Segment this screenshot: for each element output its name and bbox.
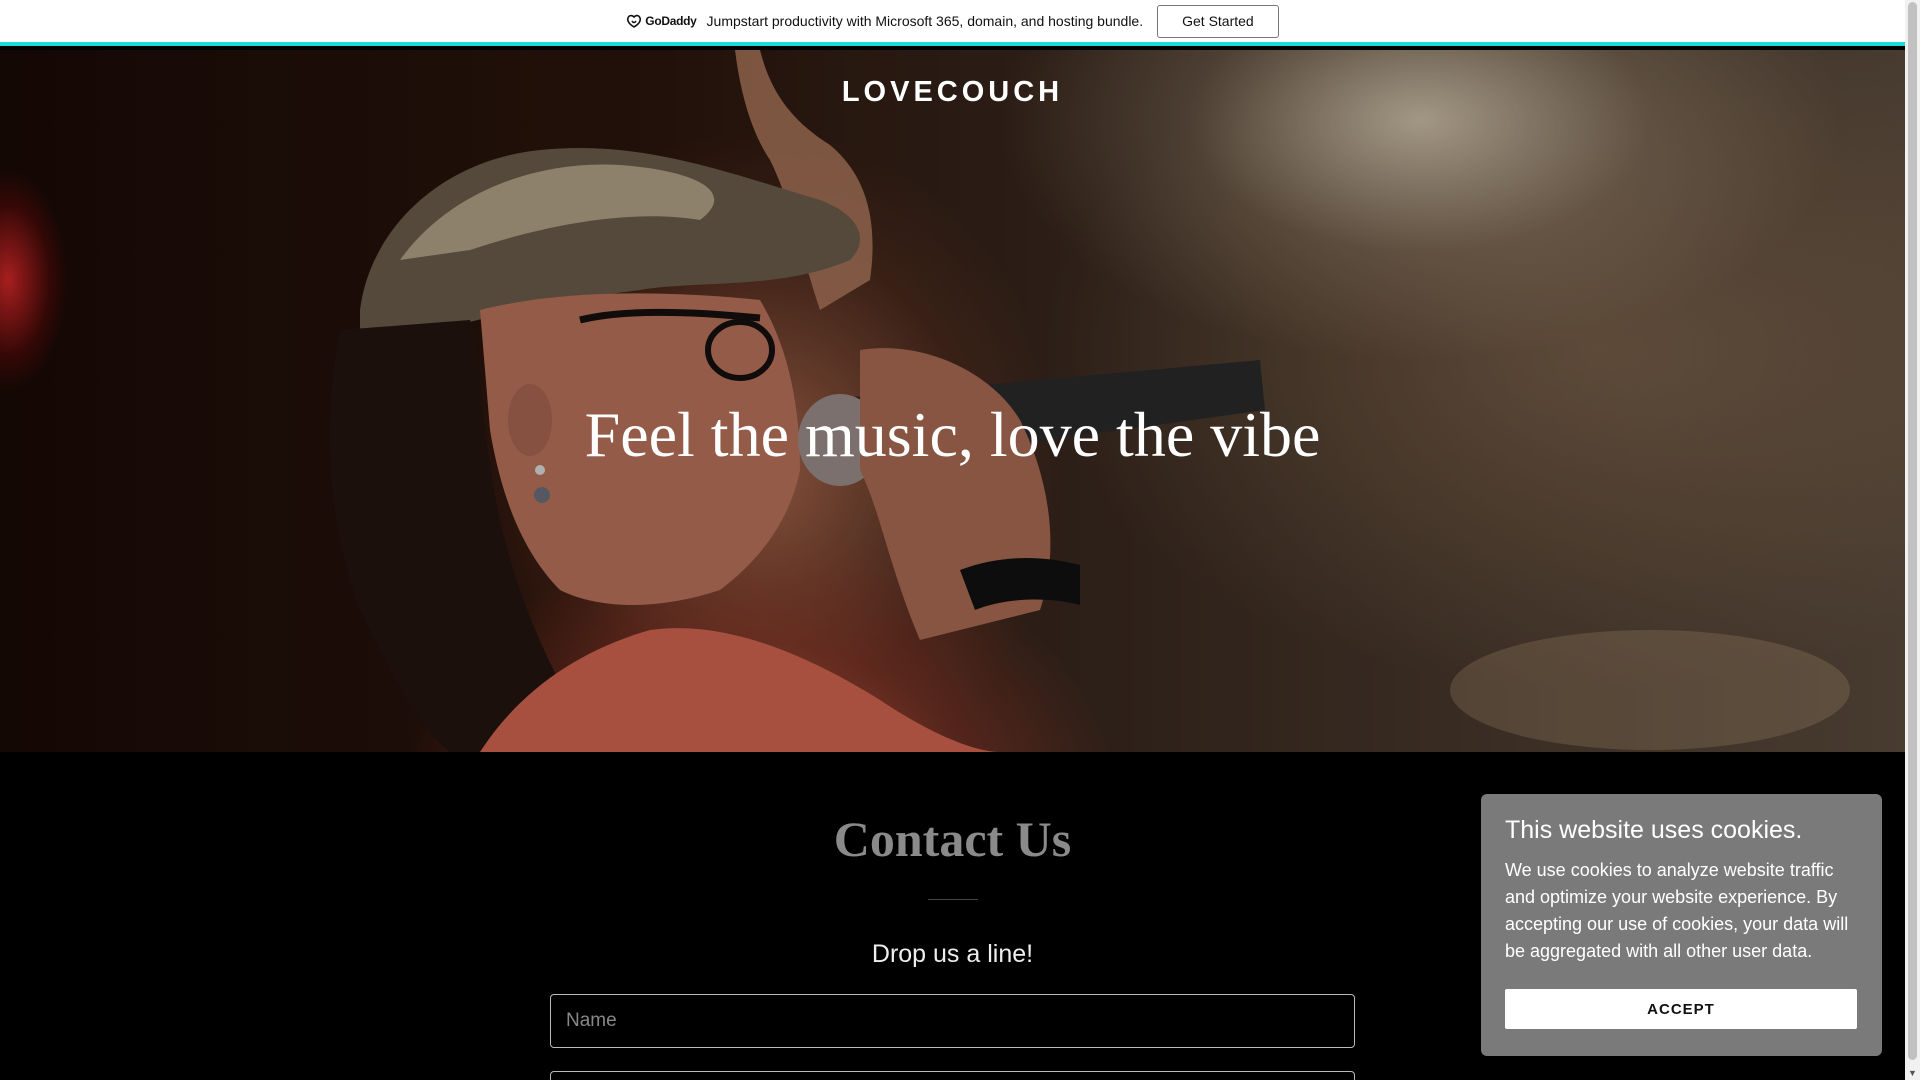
godaddy-logo-text: GoDaddy — [645, 14, 697, 28]
name-input[interactable] — [550, 994, 1355, 1048]
chevron-down-icon[interactable]: ▼ — [1908, 1068, 1917, 1078]
scrollbar-thumb[interactable] — [1908, 2, 1917, 1060]
godaddy-logo: GoDaddy — [626, 14, 697, 28]
cookie-banner-title: This website uses cookies. — [1505, 816, 1803, 844]
hero-section: LOVECOUCH Feel the music, love the vibe — [0, 50, 1905, 752]
page-scrollbar[interactable]: ▼ — [1905, 0, 1920, 1080]
promo-message: Jumpstart productivity with Microsoft 36… — [706, 13, 1144, 29]
cookie-banner-body: We use cookies to analyze website traffi… — [1505, 860, 1849, 961]
cookie-banner: This website uses cookies. We use cookie… — [1481, 794, 1882, 1056]
email-field[interactable] — [550, 1071, 1355, 1080]
hero-heading: Feel the music, love the vibe — [584, 399, 1321, 470]
accept-cookies-button[interactable]: ACCEPT — [1505, 989, 1857, 1029]
get-started-button[interactable]: Get Started — [1157, 4, 1279, 38]
promo-bar: GoDaddy Jumpstart productivity with Micr… — [0, 0, 1905, 46]
godaddy-logo-icon — [627, 14, 642, 28]
page: GoDaddy Jumpstart productivity with Micr… — [0, 0, 1920, 1080]
site-title[interactable]: LOVECOUCH — [0, 76, 1905, 109]
contact-divider — [928, 899, 978, 900]
